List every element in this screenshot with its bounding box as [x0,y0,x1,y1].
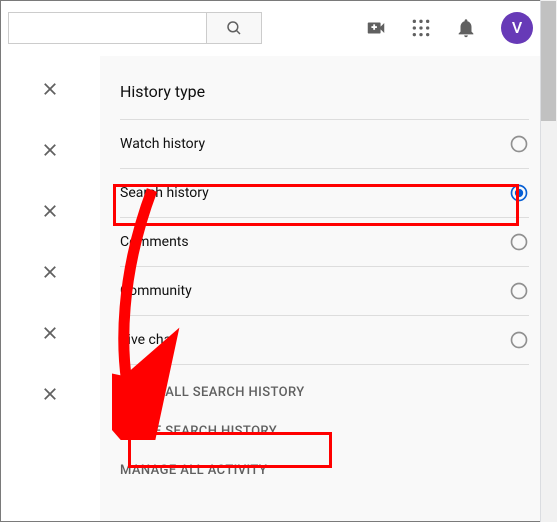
scrollbar-thumb[interactable] [541,1,556,121]
radio-selected-icon [509,183,529,203]
search-container [8,12,262,44]
notifications-icon[interactable] [455,17,477,39]
option-watch-history[interactable]: Watch history [120,120,529,168]
panel-title: History type [120,76,529,107]
option-live-chat[interactable]: Live chat [120,316,529,364]
history-type-panel: History type Watch history Search histor… [100,56,557,522]
search-button[interactable] [206,12,262,44]
remove-item-button[interactable] [41,141,59,164]
left-column [0,56,100,522]
radio-unselected-icon [509,330,529,350]
option-label: Community [120,283,192,299]
manage-all-activity-link[interactable]: MANAGE ALL ACTIVITY [120,451,529,490]
remove-item-button[interactable] [41,80,59,103]
avatar[interactable]: V [501,12,533,44]
top-bar: V [0,0,557,56]
avatar-initial: V [512,18,522,37]
create-video-icon[interactable] [365,17,387,39]
search-input[interactable] [8,12,206,44]
option-label: Search history [120,185,209,201]
content-area: History type Watch history Search histor… [0,56,557,522]
apps-icon[interactable] [411,18,431,38]
remove-item-button[interactable] [41,202,59,225]
option-label: Comments [120,234,189,250]
option-comments[interactable]: Comments [120,218,529,266]
option-label: Live chat [120,332,176,348]
option-community[interactable]: Community [120,267,529,315]
option-search-history[interactable]: Search history [120,169,529,217]
pause-search-history-link[interactable]: PAUSE SEARCH HISTORY [120,412,529,451]
radio-unselected-icon [509,281,529,301]
radio-unselected-icon [509,134,529,154]
option-label: Watch history [120,136,205,152]
radio-unselected-icon [509,232,529,252]
search-icon [225,19,243,37]
remove-item-button[interactable] [41,324,59,347]
remove-item-button[interactable] [41,263,59,286]
remove-item-button[interactable] [41,385,59,408]
clear-search-history-link[interactable]: CLEAR ALL SEARCH HISTORY [120,373,529,412]
scrollbar[interactable] [540,0,557,522]
top-icons: V [365,12,549,44]
